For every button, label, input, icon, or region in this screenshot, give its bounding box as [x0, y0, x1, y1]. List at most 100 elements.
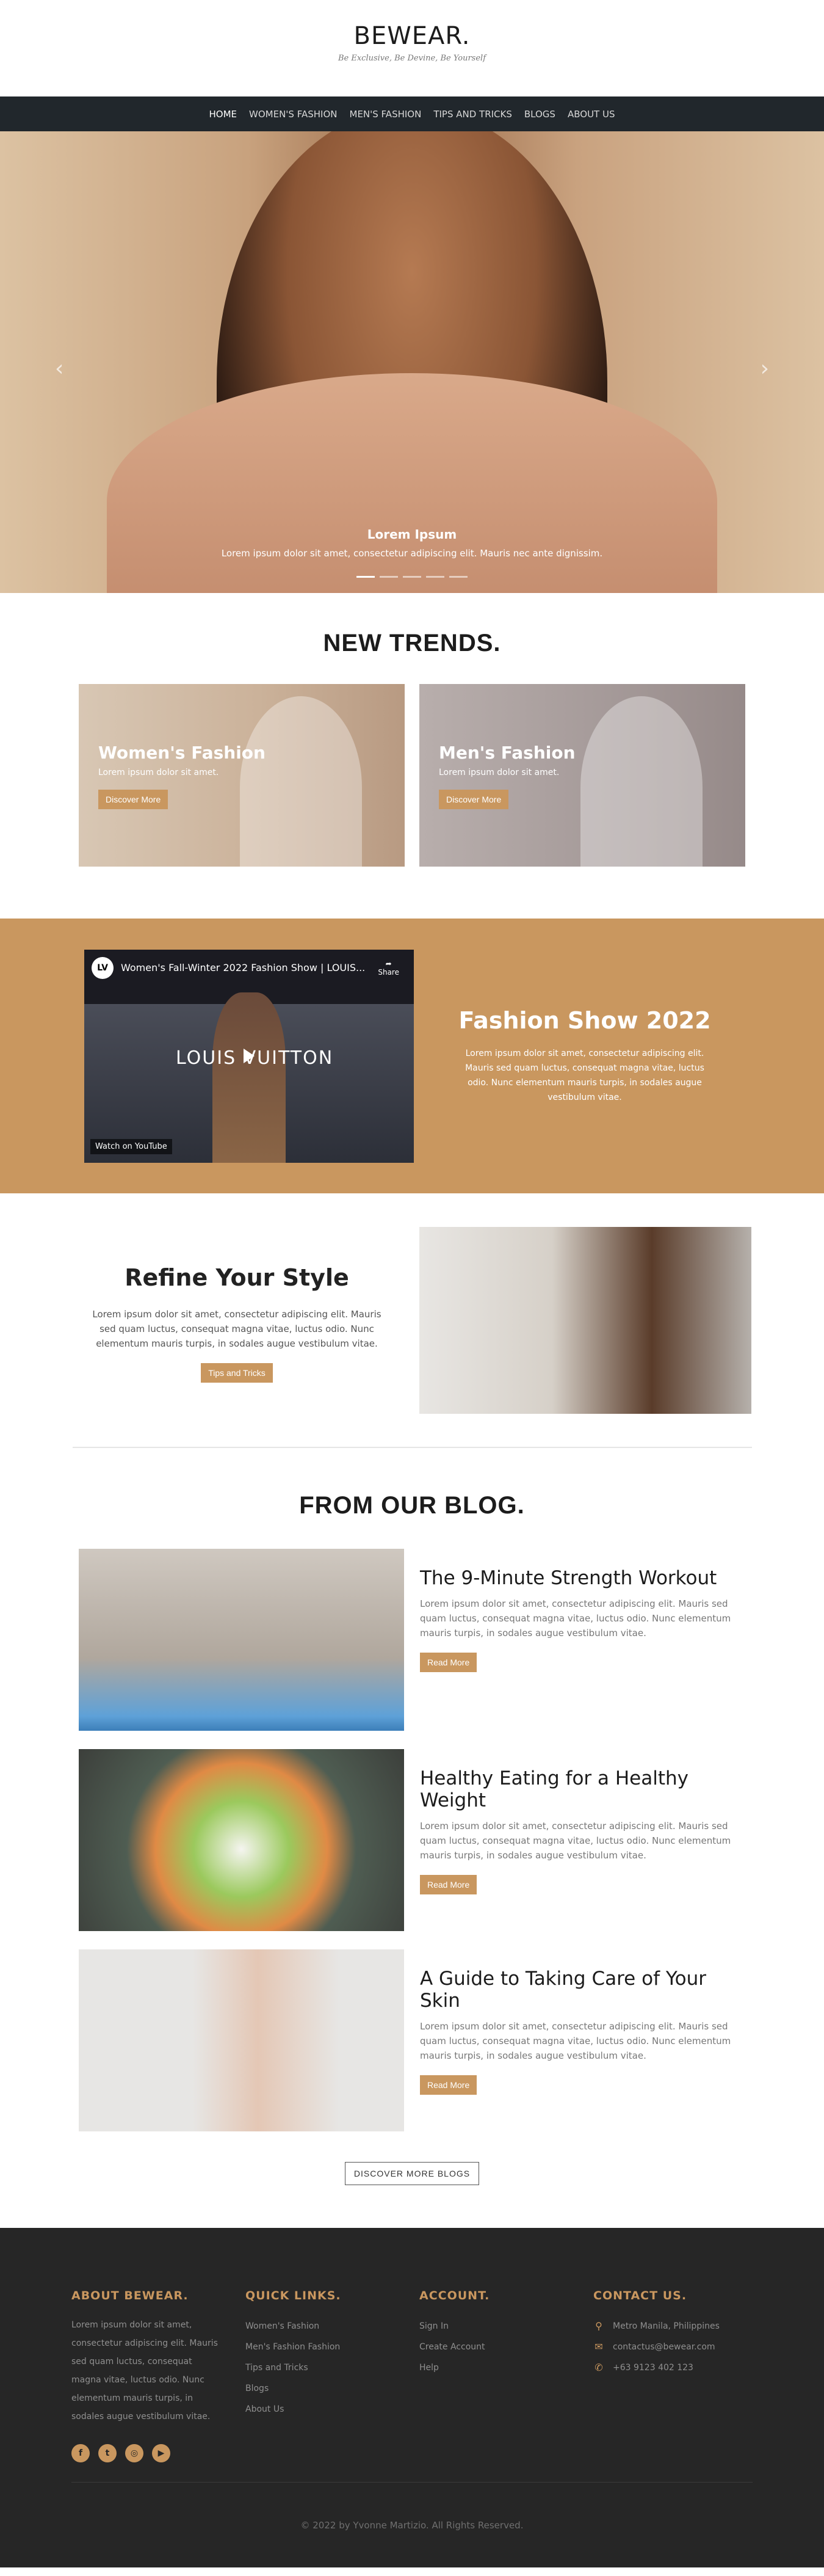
nav-mens-fashion[interactable]: MEN'S FASHION: [350, 109, 422, 120]
discover-more-button[interactable]: Discover More: [439, 790, 509, 809]
blog-post-title[interactable]: Healthy Eating for a Healthy Weight: [420, 1767, 746, 1811]
footer-link[interactable]: Create Account: [419, 2337, 593, 2357]
hero-carousel: ‹ › Lorem Ipsum Lorem ipsum dolor sit am…: [0, 131, 824, 593]
hero-text: Lorem ipsum dolor sit amet, consectetur …: [221, 548, 603, 559]
fashion-show-text: Lorem ipsum dolor sit amet, consectetur …: [465, 1049, 704, 1102]
trend-card-text: Lorem ipsum dolor sit amet.: [439, 768, 560, 777]
discover-more-blogs-button[interactable]: DISCOVER MORE BLOGS: [344, 2162, 480, 2185]
footer-link[interactable]: Women's Fashion: [245, 2316, 419, 2337]
trend-card-womens[interactable]: Women's Fashion Lorem ipsum dolor sit am…: [79, 684, 405, 867]
contact-email[interactable]: contactus@bewear.com: [613, 2337, 715, 2357]
carousel-dot[interactable]: [356, 576, 375, 578]
refine-text: Lorem ipsum dolor sit amet, consectetur …: [92, 1308, 381, 1349]
nav-tips-and-tricks[interactable]: TIPS AND TRICKS: [433, 109, 512, 120]
read-more-button[interactable]: Read More: [420, 1875, 477, 1894]
contact-item: ⚲ Metro Manila, Philippines: [593, 2316, 767, 2337]
footer-link[interactable]: Sign In: [419, 2316, 593, 2337]
map-pin-icon: ⚲: [595, 2320, 602, 2332]
blog-post-title[interactable]: A Guide to Taking Care of Your Skin: [420, 1968, 746, 2012]
carousel-next-icon[interactable]: ›: [761, 356, 769, 381]
nav-home[interactable]: HOME: [209, 109, 237, 120]
hero-image-jacket: [107, 373, 717, 593]
blog-post-title[interactable]: The 9-Minute Strength Workout: [420, 1567, 746, 1589]
footer-about: ABOUT BEWEAR. Lorem ipsum dolor sit amet…: [71, 2289, 245, 2482]
discover-more-button[interactable]: Discover More: [98, 790, 168, 809]
hero-title: Lorem Ipsum: [367, 527, 457, 542]
video-title[interactable]: Women's Fall-Winter 2022 Fashion Show | …: [121, 962, 365, 973]
trends-title: NEW TRENDS.: [323, 630, 501, 657]
trend-card-image: [580, 696, 703, 867]
refine-style-section: Refine Your Style Lorem ipsum dolor sit …: [0, 1193, 824, 1447]
tips-and-tricks-button[interactable]: Tips and Tricks: [201, 1363, 273, 1383]
video-model-figure: [212, 992, 286, 1163]
fashion-show-section: LV Women's Fall-Winter 2022 Fashion Show…: [0, 919, 824, 1193]
footer-about-title: ABOUT BEWEAR.: [71, 2289, 189, 2302]
footer-contact-title: CONTACT US.: [593, 2289, 687, 2302]
site-header: BEWEAR. Be Exclusive, Be Devine, Be Your…: [0, 0, 824, 96]
carousel-dot[interactable]: [426, 576, 444, 578]
phone-icon: ✆: [595, 2362, 603, 2373]
footer-link[interactable]: Tips and Tricks: [245, 2357, 419, 2378]
nav-womens-fashion[interactable]: WOMEN'S FASHION: [249, 109, 337, 120]
youtube-icon[interactable]: ▶: [152, 2444, 170, 2462]
trend-card-mens[interactable]: Men's Fashion Lorem ipsum dolor sit amet…: [419, 684, 745, 867]
video-embed[interactable]: LV Women's Fall-Winter 2022 Fashion Show…: [84, 949, 414, 1163]
carousel-indicators: [356, 576, 468, 578]
blog-post-excerpt: Lorem ipsum dolor sit amet, consectetur …: [420, 1821, 731, 1861]
refine-style-image: [419, 1226, 751, 1414]
contact-phone[interactable]: +63 9123 402 123: [613, 2357, 693, 2378]
nav-blogs[interactable]: BLOGS: [524, 109, 555, 120]
carousel-dot[interactable]: [449, 576, 468, 578]
carousel-dot[interactable]: [380, 576, 398, 578]
channel-logo-icon[interactable]: LV: [92, 956, 114, 979]
facebook-icon[interactable]: f: [71, 2444, 90, 2462]
blog-post: A Guide to Taking Care of Your Skin Lore…: [79, 1949, 824, 2131]
blog-section: FROM OUR BLOG. The 9-Minute Strength Wor…: [0, 1448, 824, 2185]
read-more-button[interactable]: Read More: [420, 2075, 477, 2095]
instagram-icon[interactable]: ◎: [125, 2444, 143, 2462]
fashion-show-title: Fashion Show 2022: [458, 1007, 711, 1034]
carousel-prev-icon[interactable]: ‹: [55, 356, 63, 381]
blog-post-image[interactable]: [79, 1749, 404, 1931]
contact-address: Metro Manila, Philippines: [613, 2321, 720, 2331]
trend-card-title: Women's Fashion: [98, 743, 266, 763]
footer-account: ACCOUNT. Sign In Create Account Help: [419, 2289, 593, 2482]
watch-on-youtube-button[interactable]: Watch on YouTube: [90, 1138, 172, 1154]
blog-post-image[interactable]: [79, 1949, 404, 2131]
refine-title: Refine Your Style: [125, 1264, 349, 1291]
new-trends-section: NEW TRENDS. Women's Fashion Lorem ipsum …: [0, 593, 824, 919]
read-more-button[interactable]: Read More: [420, 1653, 477, 1672]
share-icon: ➦: [385, 959, 392, 968]
footer-link[interactable]: About Us: [245, 2399, 419, 2420]
site-footer: ABOUT BEWEAR. Lorem ipsum dolor sit amet…: [0, 2228, 824, 2567]
blog-post-excerpt: Lorem ipsum dolor sit amet, consectetur …: [420, 2021, 731, 2061]
blog-post-excerpt: Lorem ipsum dolor sit amet, consectetur …: [420, 1598, 731, 1639]
contact-item: ✉ contactus@bewear.com: [593, 2337, 767, 2357]
main-nav: HOME WOMEN'S FASHION MEN'S FASHION TIPS …: [0, 96, 824, 131]
footer-quick-links-title: QUICK LINKS.: [245, 2289, 341, 2302]
footer-link[interactable]: Help: [419, 2357, 593, 2378]
twitter-icon[interactable]: t: [98, 2444, 117, 2462]
footer-account-title: ACCOUNT.: [419, 2289, 490, 2302]
carousel-dot[interactable]: [403, 576, 421, 578]
blog-post: The 9-Minute Strength Workout Lorem ipsu…: [79, 1549, 824, 1731]
trend-card-title: Men's Fashion: [439, 743, 576, 763]
brand-logo[interactable]: BEWEAR.: [0, 22, 824, 50]
blog-post: Healthy Eating for a Healthy Weight Lore…: [79, 1749, 824, 1931]
footer-quick-links: QUICK LINKS. Women's Fashion Men's Fashi…: [245, 2289, 419, 2482]
play-icon[interactable]: [244, 1049, 255, 1063]
copyright: © 2022 by Yvonne Martizio. All Rights Re…: [71, 2482, 753, 2567]
footer-about-text: Lorem ipsum dolor sit amet, consectetur …: [71, 2320, 218, 2421]
share-button[interactable]: ➦ Share: [378, 959, 399, 977]
hero-caption: Lorem Ipsum Lorem ipsum dolor sit amet, …: [0, 527, 824, 559]
video-brand-text: LOUIS VUITTON: [176, 1047, 334, 1069]
nav-about-us[interactable]: ABOUT US: [568, 109, 615, 120]
blog-post-image[interactable]: [79, 1549, 404, 1731]
social-links: f t ◎ ▶: [71, 2444, 245, 2462]
footer-link[interactable]: Men's Fashion Fashion: [245, 2337, 419, 2357]
trend-card-text: Lorem ipsum dolor sit amet.: [98, 768, 219, 777]
footer-contact: CONTACT US. ⚲ Metro Manila, Philippines …: [593, 2289, 767, 2482]
footer-link[interactable]: Blogs: [245, 2378, 419, 2399]
brand-tagline: Be Exclusive, Be Devine, Be Yourself: [338, 54, 486, 63]
mail-icon: ✉: [595, 2341, 603, 2352]
